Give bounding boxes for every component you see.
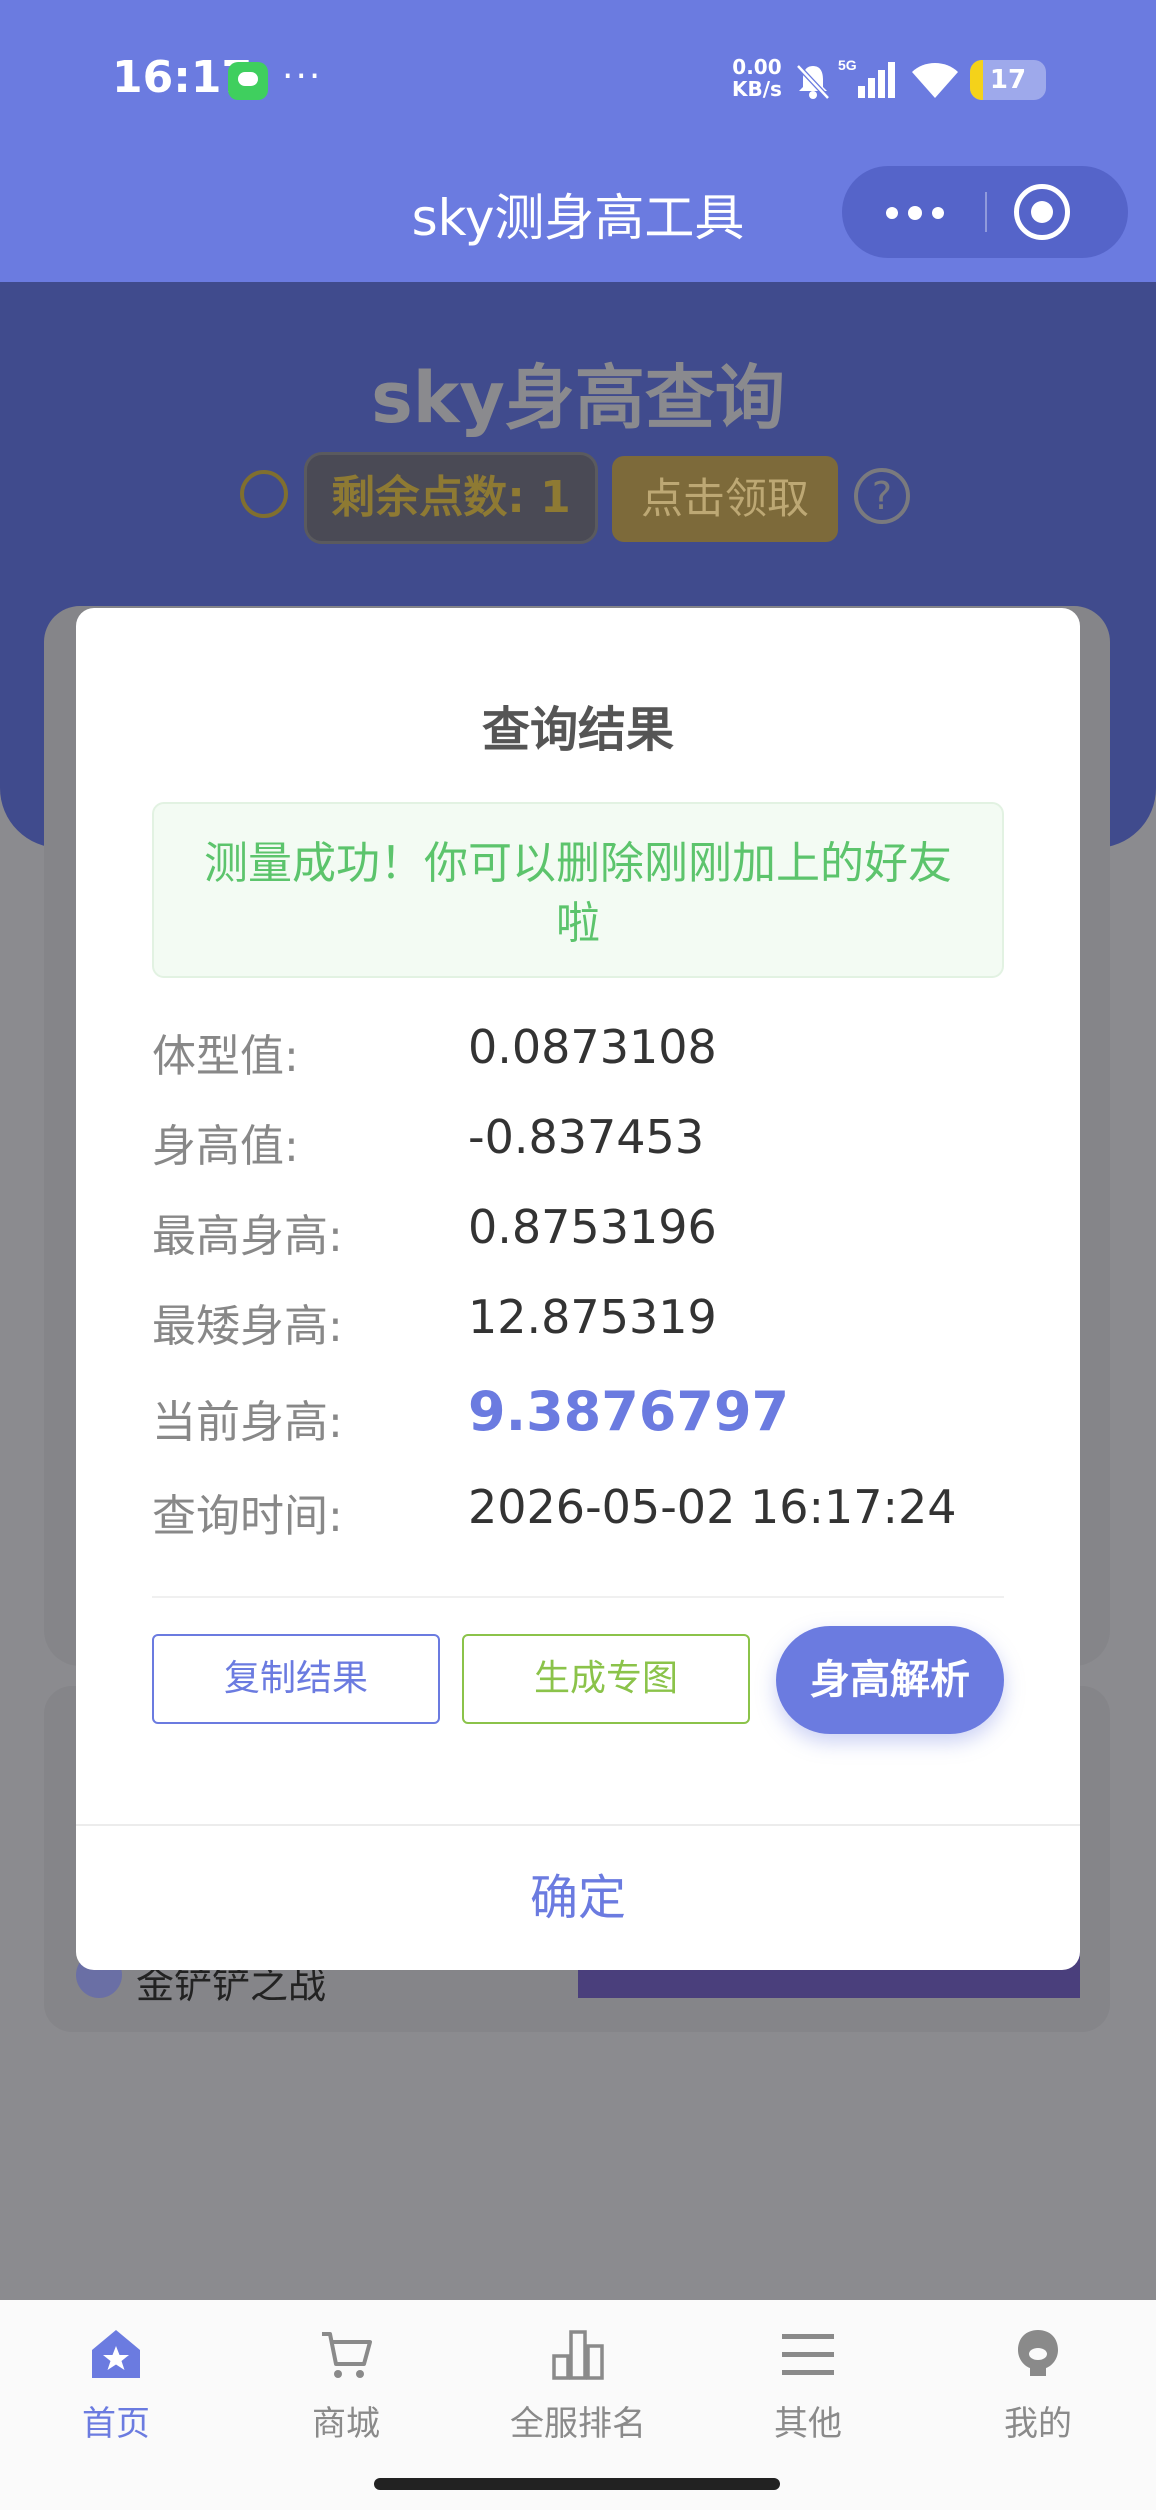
wifi-icon [912,63,958,98]
result-value: 0.8753196 [468,1200,717,1254]
result-row-max-height: 最高身高: 0.8753196 [152,1200,1004,1262]
generate-image-button[interactable]: 生成专图 [462,1634,750,1724]
network-speed-value: 0.00 [732,55,782,79]
result-label: 最矮身高: [152,1301,343,1352]
message-app-icon [228,62,268,100]
tab-other[interactable]: 其他 [718,2326,898,2456]
result-label: 体型值: [152,1031,299,1082]
current-height-value: 9.3876797 [468,1380,790,1443]
network-type-label: 5G [838,57,857,73]
battery-indicator: 17 [970,60,1046,100]
result-label: 最高身高: [152,1211,343,1262]
result-value: 0.0873108 [468,1020,717,1074]
result-dialog: 查询结果 测量成功！你可以删除刚刚加上的好友啦 体型值: 0.0873108 身… [76,608,1080,1970]
home-indicator[interactable] [374,2478,780,2490]
result-row-body-type: 体型值: 0.0873108 [152,1020,1004,1082]
dialog-title: 查询结果 [481,702,674,758]
result-label: 查询时间: [152,1491,343,1542]
cart-icon [322,2332,372,2378]
home-star-icon [92,2330,140,2378]
result-value: 12.875319 [468,1290,717,1344]
result-value: 2026-05-02 16:17:24 [468,1480,957,1534]
result-label: 当前身高: [152,1397,343,1448]
result-row-height-value: 身高值: -0.837453 [152,1110,1004,1172]
copy-result-button[interactable]: 复制结果 [152,1634,440,1724]
refresh-icon[interactable] [240,470,288,518]
battery-level: 17 [989,65,1027,95]
user-icon [1018,2330,1058,2376]
result-row-current-height: 当前身高: 9.3876797 [152,1380,1004,1448]
result-row-query-time: 查询时间: 2026-05-02 16:17:24 [152,1480,1004,1542]
height-analysis-button[interactable]: 身高解析 [776,1626,1004,1734]
bar-chart-icon [552,2330,604,2380]
confirm-button[interactable]: 确定 [76,1826,1080,1970]
capsule-divider [985,192,987,232]
network-speed-unit: KB/s [732,77,782,101]
result-value: -0.837453 [468,1110,705,1164]
more-menu-button[interactable] [842,166,985,258]
divider [152,1596,1004,1598]
hero-title: sky身高查询 [371,357,785,439]
status-more-dots: ··· [282,56,323,97]
menu-icon [782,2334,834,2375]
remaining-points: 剩余点数: 1 [304,452,598,544]
result-row-min-height: 最矮身高: 12.875319 [152,1290,1004,1352]
help-icon[interactable]: ? [854,468,910,524]
tab-shop[interactable]: 商城 [256,2326,436,2456]
tab-mine[interactable]: 我的 [948,2326,1128,2456]
tab-label: 首页 [82,2404,150,2444]
tab-label: 商城 [312,2404,380,2444]
top-bar: 16:17 ··· 0.00 KB/s 5G 17 sky测身高工具 [0,0,1156,282]
close-target-icon[interactable] [1014,184,1070,240]
signal-5g-icon: 5G [838,57,895,98]
tab-label: 全服排名 [510,2404,646,2444]
result-label: 身高值: [152,1121,299,1172]
mini-program-capsule [842,166,1128,258]
tab-label: 我的 [1004,2404,1072,2444]
tab-label: 其他 [774,2404,842,2444]
bell-muted-icon [796,64,830,100]
success-message: 测量成功！你可以删除刚刚加上的好友啦 [152,802,1004,978]
claim-button[interactable]: 点击领取 [612,456,838,542]
network-speed: 0.00 KB/s [732,56,782,100]
tab-ranking[interactable]: 全服排名 [488,2326,668,2456]
tab-home[interactable]: 首页 [26,2326,206,2456]
